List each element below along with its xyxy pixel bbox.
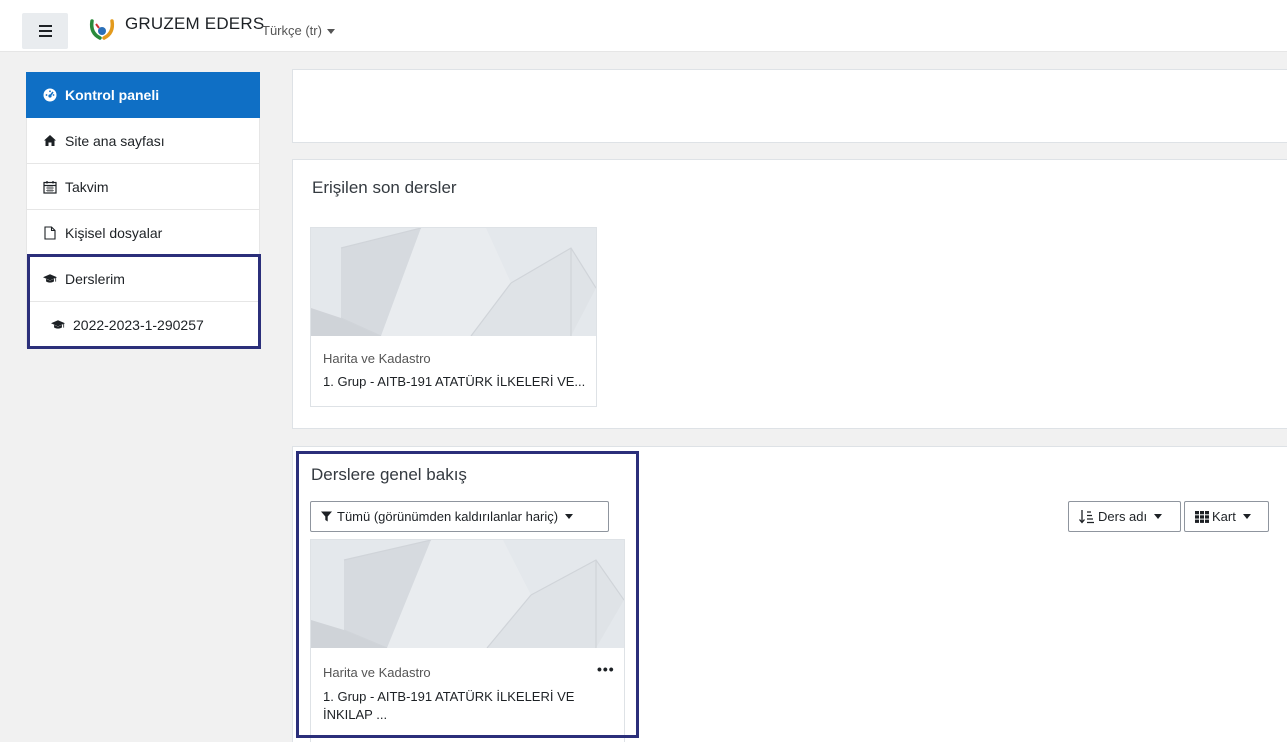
graduation-cap-icon [51, 318, 65, 332]
sidebar-item-calendar[interactable]: Takvim [26, 164, 260, 210]
sidebar-item-label: Site ana sayfası [65, 132, 165, 149]
sidebar-item-label: Derslerim [65, 270, 125, 287]
course-image [311, 540, 624, 648]
recent-courses-block: Erişilen son dersler Harita ve Kadastro … [292, 159, 1287, 429]
course-category: Harita ve Kadastro [323, 351, 431, 366]
sidebar-item-label: Kişisel dosyalar [65, 224, 163, 241]
site-name[interactable]: GRUZEM EDERS [125, 14, 264, 34]
view-label: Kart [1212, 509, 1236, 524]
top-empty-panel [292, 69, 1287, 143]
sort-label: Ders adı [1098, 509, 1148, 524]
calendar-icon [43, 180, 57, 194]
filter-dropdown-button[interactable]: Tümü (görünümden kaldırılanlar hariç) [310, 501, 609, 532]
caret-down-icon [565, 514, 574, 519]
home-icon [43, 134, 57, 148]
course-overview-block: Derslere genel bakış Tümü (görünümden ka… [292, 446, 1287, 742]
menu-toggle-button[interactable] [22, 13, 68, 49]
sort-dropdown-button[interactable]: Ders adı [1068, 501, 1181, 532]
sort-icon [1079, 510, 1094, 524]
course-category: Harita ve Kadastro [323, 665, 431, 680]
overview-course-card[interactable]: Harita ve Kadastro ••• 1. Grup - AITB-19… [310, 539, 625, 742]
top-navbar: GRUZEM EDERS Türkçe (tr) [0, 0, 1287, 52]
course-overview-title: Derslere genel bakış [311, 465, 467, 484]
sidebar-item-site-home[interactable]: Site ana sayfası [26, 118, 260, 164]
view-dropdown-button[interactable]: Kart [1184, 501, 1269, 532]
sidebar-item-course-2022-2023-1-290257[interactable]: 2022-2023-1-290257 [26, 302, 260, 348]
file-icon [43, 225, 57, 240]
grid-icon [1195, 510, 1209, 523]
course-image [311, 228, 596, 336]
sidebar-item-label: Takvim [65, 178, 109, 195]
caret-down-icon [1154, 514, 1163, 519]
sidebar-item-dashboard[interactable]: Kontrol paneli [26, 72, 260, 118]
hamburger-icon [38, 24, 52, 39]
course-name-link[interactable]: 1. Grup - AITB-191 ATATÜRK İLKELERİ VE..… [323, 373, 588, 391]
caret-down-icon [326, 29, 335, 35]
recent-course-card[interactable]: Harita ve Kadastro 1. Grup - AITB-191 AT… [310, 227, 597, 407]
course-name-link[interactable]: 1. Grup - AITB-191 ATATÜRK İLKELERİ VE İ… [323, 688, 608, 724]
course-actions-menu-button[interactable]: ••• [597, 662, 615, 676]
language-selector[interactable]: Türkçe (tr) [262, 23, 335, 38]
sidebar-item-private-files[interactable]: Kişisel dosyalar [26, 210, 260, 256]
language-label: Türkçe (tr) [262, 23, 322, 38]
graduation-cap-icon [43, 272, 57, 286]
caret-down-icon [1242, 514, 1251, 519]
site-logo [89, 19, 115, 40]
dashboard-icon [43, 88, 57, 102]
recent-courses-title: Erişilen son dersler [312, 178, 457, 197]
sidebar-item-label: Kontrol paneli [65, 86, 160, 103]
sidebar-item-label: 2022-2023-1-290257 [73, 316, 204, 333]
filter-label: Tümü (görünümden kaldırılanlar hariç) [337, 509, 559, 524]
filter-icon [321, 511, 332, 522]
sidebar-nav: Kontrol paneli Site ana sayfası Takvim K… [26, 72, 260, 348]
sidebar-item-my-courses[interactable]: Derslerim [26, 256, 260, 302]
